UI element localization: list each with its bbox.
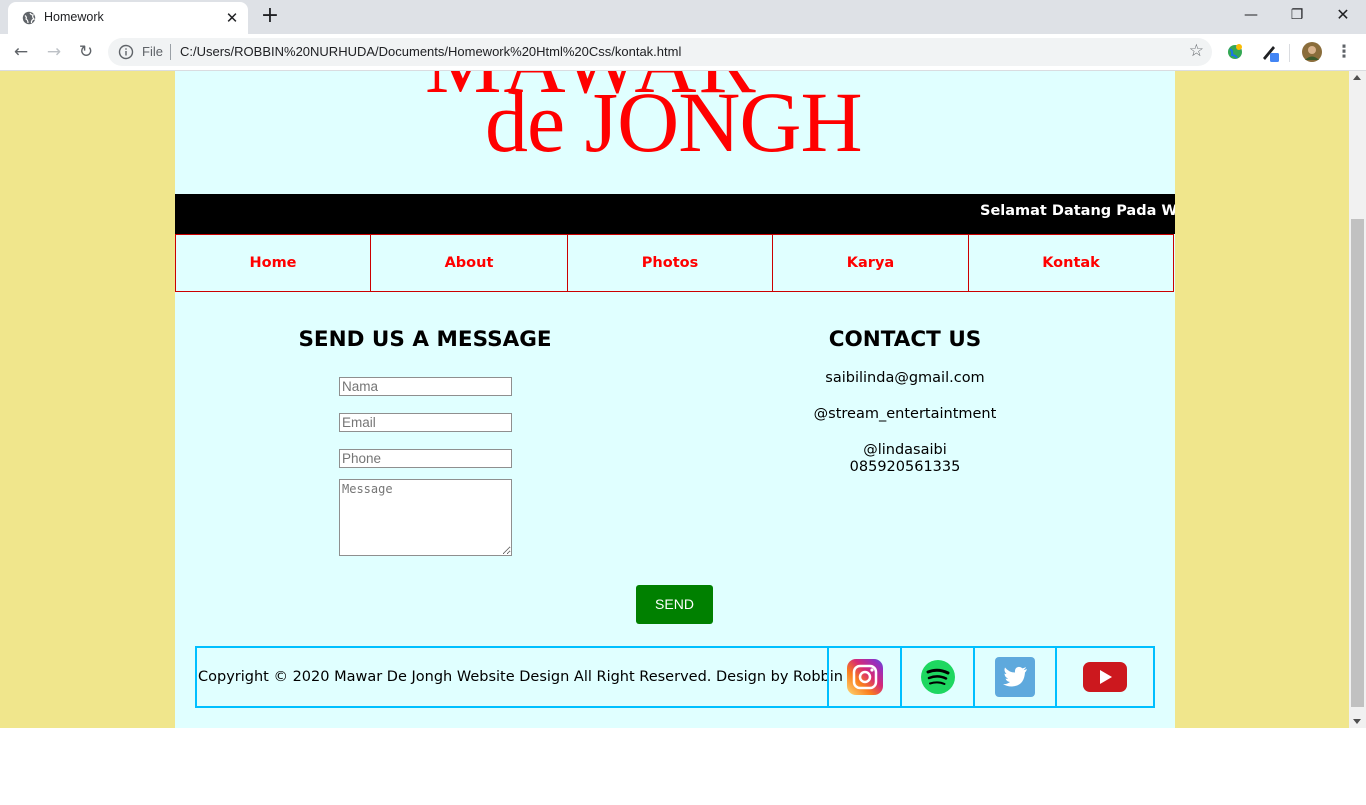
info-icon[interactable] <box>118 44 134 60</box>
window-close-icon[interactable]: ✕ <box>1320 0 1366 30</box>
blank-area <box>0 728 1366 805</box>
youtube-icon <box>1083 662 1127 692</box>
new-tab-icon[interactable]: + <box>258 5 282 29</box>
browser-toolbar: ← → ↻ File C:/Users/ROBBIN%20NURHUDA/Doc… <box>0 34 1366 71</box>
forward-icon[interactable]: → <box>42 40 66 64</box>
url-separator <box>170 44 171 60</box>
restore-icon[interactable]: ❐ <box>1274 0 1320 30</box>
instagram-link[interactable] <box>827 648 900 706</box>
url-scheme: File <box>142 44 163 59</box>
scroll-up-icon[interactable] <box>1353 75 1361 80</box>
contact-title: CONTACT US <box>828 327 982 352</box>
reload-icon[interactable]: ↻ <box>74 40 98 64</box>
youtube-link[interactable] <box>1055 648 1153 706</box>
form-title: SEND US A MESSAGE <box>298 327 552 352</box>
url-text[interactable]: C:/Users/ROBBIN%20NURHUDA/Documents/Home… <box>180 44 681 59</box>
spotify-icon <box>920 660 955 694</box>
scrollbar-thumb[interactable] <box>1351 219 1364 707</box>
spotify-link[interactable] <box>900 648 973 706</box>
menu-icon[interactable]: ⋮ <box>1332 40 1356 64</box>
extension-globe-icon[interactable] <box>1224 41 1246 63</box>
browser-tab[interactable]: Homework ✕ <box>8 2 248 34</box>
contact-social-handle: @stream_entertaintment <box>813 406 997 422</box>
contact-email: saibilinda@gmail.com <box>825 370 985 386</box>
logo-banner: MAWAR de JONGH <box>175 71 1175 194</box>
contact-phone: 085920561335 <box>849 459 961 475</box>
scroll-down-icon[interactable] <box>1353 719 1361 724</box>
email-input[interactable] <box>339 413 512 432</box>
page-container: MAWAR de JONGH Selamat Datang Pada W Hom… <box>175 71 1175 728</box>
minimize-icon[interactable]: — <box>1228 0 1274 30</box>
welcome-marquee: Selamat Datang Pada W <box>175 194 1175 234</box>
nav-photos[interactable]: Photos <box>567 234 773 292</box>
extension-pen-icon[interactable] <box>1259 41 1281 63</box>
page-viewport: MAWAR de JONGH Selamat Datang Pada W Hom… <box>0 71 1349 728</box>
nav-kontak[interactable]: Kontak <box>968 234 1174 292</box>
send-button[interactable]: SEND <box>636 585 713 624</box>
nav-home[interactable]: Home <box>175 234 371 292</box>
instagram-icon <box>846 659 883 695</box>
toolbar-divider <box>1289 44 1290 62</box>
name-input[interactable] <box>339 377 512 396</box>
twitter-link[interactable] <box>973 648 1055 706</box>
back-icon[interactable]: ← <box>9 40 33 64</box>
message-textarea[interactable] <box>339 479 512 556</box>
main-nav: Home About Photos Karya Kontak <box>175 234 1174 292</box>
footer: Copyright © 2020 Mawar De Jongh Website … <box>195 646 1155 708</box>
phone-input[interactable] <box>339 449 512 468</box>
tab-strip: Homework ✕ + — ❐ ✕ <box>0 0 1366 34</box>
tab-title: Homework <box>44 10 104 24</box>
contact-instagram: @lindasaibi <box>863 442 947 458</box>
globe-icon <box>22 11 36 25</box>
address-bar[interactable]: File C:/Users/ROBBIN%20NURHUDA/Documents… <box>108 38 1212 66</box>
copyright-text: Copyright © 2020 Mawar De Jongh Website … <box>198 669 843 685</box>
profile-avatar[interactable] <box>1301 41 1323 63</box>
marquee-text: Selamat Datang Pada W <box>980 203 1175 219</box>
twitter-icon <box>995 657 1035 697</box>
nav-about[interactable]: About <box>370 234 568 292</box>
logo-text: de JONGH <box>485 74 863 170</box>
bookmark-star-icon[interactable]: ☆ <box>1189 41 1204 61</box>
vertical-scrollbar[interactable] <box>1349 71 1366 728</box>
nav-karya[interactable]: Karya <box>772 234 969 292</box>
tab-close-icon[interactable]: ✕ <box>222 8 242 28</box>
